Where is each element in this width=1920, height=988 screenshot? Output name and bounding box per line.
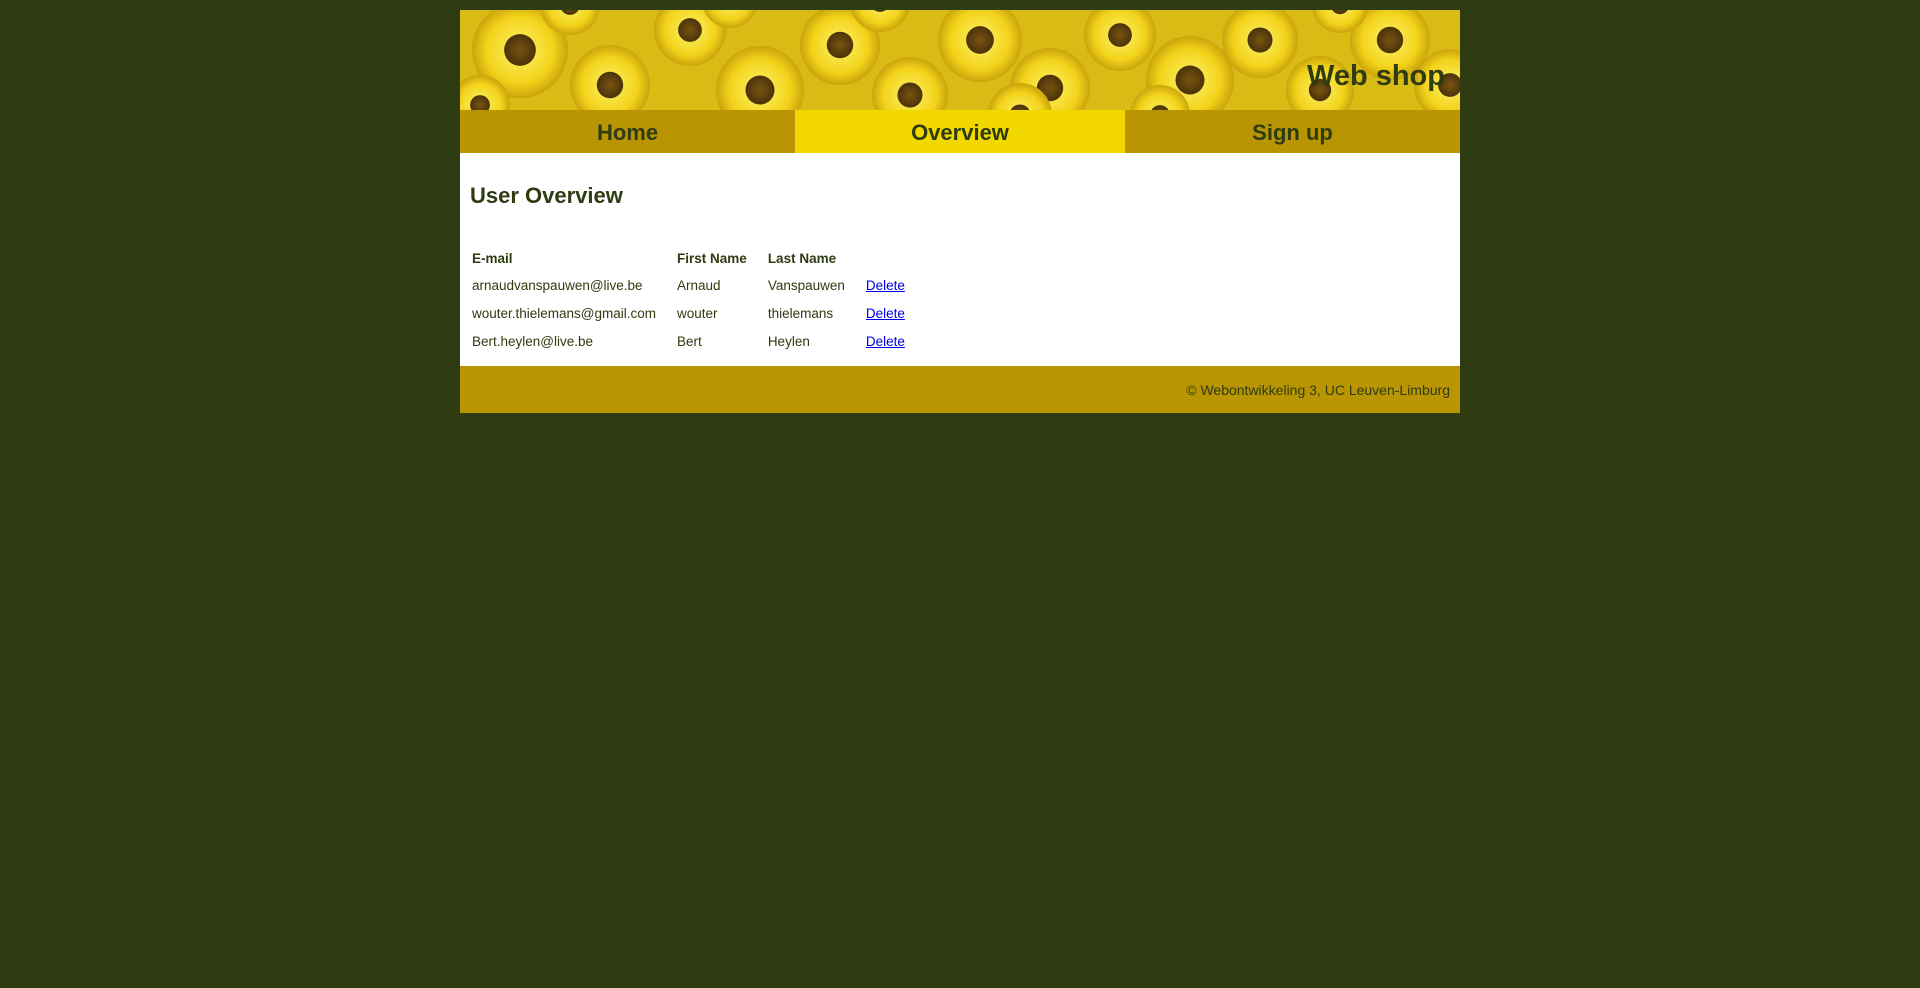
- cell-email: arnaudvanspauwen@live.be: [472, 277, 643, 293]
- table-row: arnaudvanspauwen@live.be Arnaud Vanspauw…: [470, 271, 907, 299]
- main-content: User Overview E-mail First Name Last Nam…: [460, 153, 1460, 366]
- cell-action: Delete: [864, 327, 907, 355]
- main-navigation: Home Overview Sign up: [460, 110, 1460, 153]
- cell-first-name: Arnaud: [677, 277, 721, 293]
- cell-email: Bert.heylen@live.be: [472, 333, 594, 349]
- column-header-first-name: First Name: [677, 250, 747, 266]
- nav-item-sign-up[interactable]: Sign up: [1125, 110, 1460, 153]
- footer: © Webontwikkeling 3, UC Leuven-Limburg: [460, 366, 1460, 413]
- table-header-row: E-mail First Name Last Name: [470, 245, 907, 271]
- table-row: wouter.thielemans@gmail.com wouter thiel…: [470, 299, 907, 327]
- cell-last-name: Vanspauwen: [767, 277, 845, 293]
- copyright-text: © Webontwikkeling 3, UC Leuven-Limburg: [1186, 382, 1450, 398]
- column-header-last-name: Last Name: [767, 250, 837, 266]
- cell-action: Delete: [864, 299, 907, 327]
- cell-first-name: Bert: [677, 333, 702, 349]
- cell-action: Delete: [864, 271, 907, 299]
- cell-first-name: wouter: [677, 305, 718, 321]
- column-header-email: E-mail: [472, 250, 513, 266]
- table-row: Bert.heylen@live.be Bert Heylen Delete: [470, 327, 907, 355]
- cell-last-name: thielemans: [767, 305, 834, 321]
- site-title: Web shop: [1306, 60, 1445, 92]
- delete-link[interactable]: Delete: [866, 306, 905, 321]
- cell-email: wouter.thielemans@gmail.com: [472, 305, 657, 321]
- nav-item-overview[interactable]: Overview: [795, 110, 1125, 153]
- page-container: Web shop Home Overview Sign up User Over…: [460, 10, 1460, 413]
- delete-link[interactable]: Delete: [866, 334, 905, 349]
- header-banner: Web shop: [460, 10, 1460, 110]
- cell-last-name: Heylen: [767, 333, 810, 349]
- nav-item-home[interactable]: Home: [460, 110, 795, 153]
- page-title: User Overview: [470, 183, 623, 208]
- column-header-actions: [864, 245, 907, 271]
- delete-link[interactable]: Delete: [866, 278, 905, 293]
- users-table: E-mail First Name Last Name arnaudvanspa…: [470, 245, 907, 355]
